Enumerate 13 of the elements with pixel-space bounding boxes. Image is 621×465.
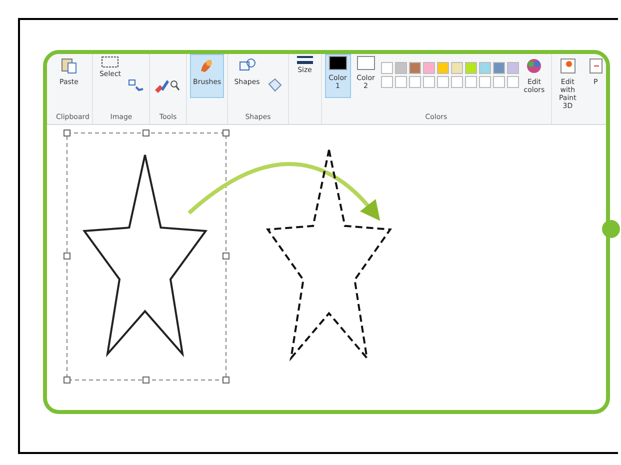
color-swatch[interactable] [464, 62, 477, 74]
color-swatch[interactable] [380, 62, 393, 74]
color-swatch[interactable] [506, 62, 519, 74]
selection-box[interactable] [64, 130, 230, 384]
color-swatch[interactable] [436, 62, 449, 74]
select-icon [101, 56, 120, 68]
color-swatch[interactable] [450, 62, 463, 74]
color-swatch[interactable] [492, 62, 505, 74]
color-swatch[interactable] [422, 62, 435, 74]
size-icon [296, 56, 313, 64]
color-swatch[interactable] [394, 62, 407, 74]
color-swatch[interactable] [478, 62, 491, 74]
color-swatch[interactable] [408, 62, 421, 74]
